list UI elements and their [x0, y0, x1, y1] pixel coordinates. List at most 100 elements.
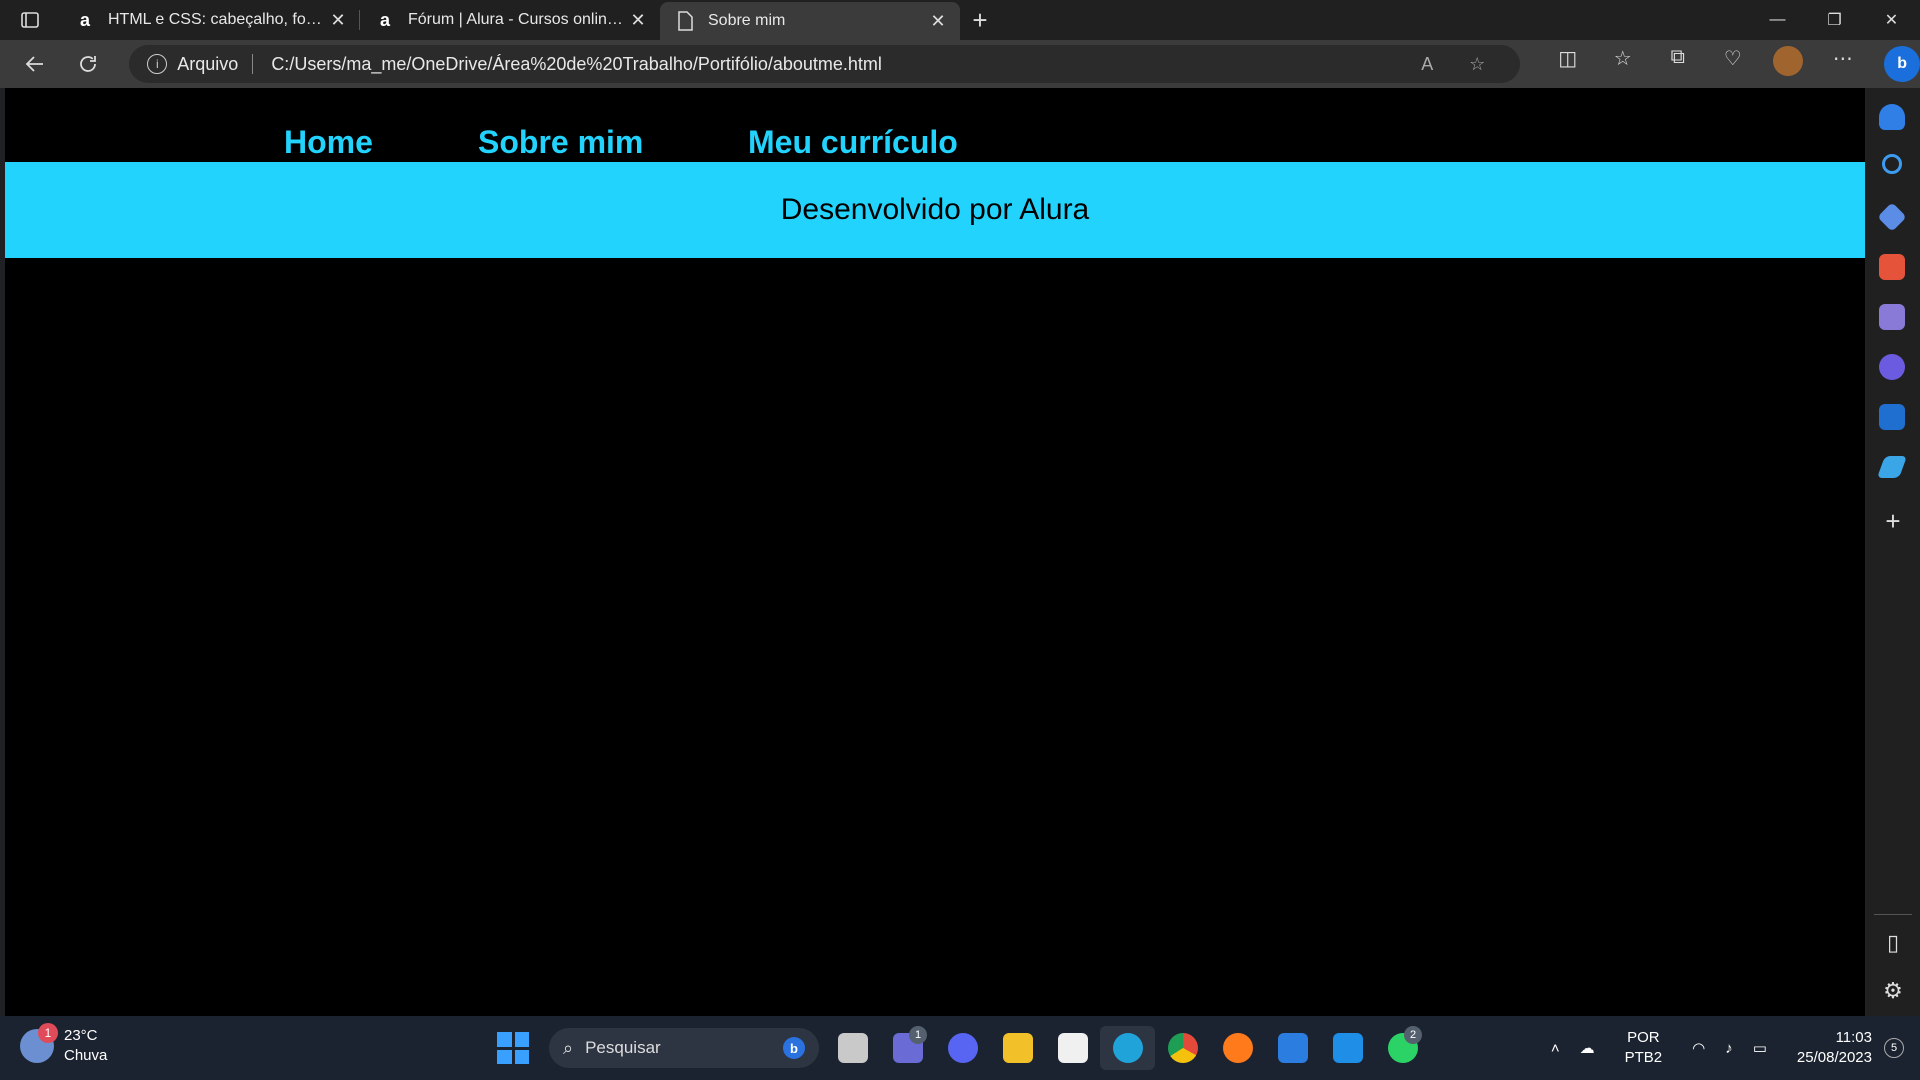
chrome-app[interactable] [1155, 1026, 1210, 1070]
clock[interactable]: 11:03 25/08/2023 [1797, 1028, 1872, 1068]
sidebar-divider [1874, 914, 1912, 915]
chevron-up-icon[interactable]: ˄ [1551, 1040, 1560, 1057]
firefox-app[interactable] [1210, 1026, 1265, 1070]
weather-widget[interactable]: 1 23°C Chuva [20, 1023, 107, 1066]
favorite-star-icon[interactable]: ☆ [1452, 54, 1502, 75]
windows-taskbar: 1 23°C Chuva ⌕ Pesquisar b 1 2 ˄ ☁ POR P… [0, 1016, 1920, 1080]
more-options-icon[interactable]: ⋯ [1815, 46, 1870, 82]
hide-sidebar-icon[interactable]: ▯ [1866, 930, 1920, 956]
footer-text: Desenvolvido por Alura [780, 193, 1090, 226]
collections-icon[interactable]: ⧉ [1650, 46, 1705, 82]
tab-forum-alura[interactable]: a Fórum | Alura - Cursos online de ✕ [360, 0, 660, 40]
edge-app[interactable] [1100, 1026, 1155, 1070]
tab-close-button[interactable]: ✕ [326, 10, 350, 31]
search-icon[interactable] [1882, 154, 1902, 174]
vscode-app[interactable] [1320, 1026, 1375, 1070]
tab-html-css[interactable]: a HTML e CSS: cabeçalho, footer e ✕ [60, 0, 360, 40]
clock-time: 11:03 [1835, 1029, 1872, 1046]
page-viewport: Home Sobre mim Meu currículo Desenvolvid… [5, 88, 1865, 1016]
edge-sidebar: + ▯ ⚙ [1866, 88, 1920, 1016]
address-bar[interactable]: i Arquivo C:/Users/ma_me/OneDrive/Área%2… [129, 45, 1521, 83]
whatsapp-app[interactable]: 2 [1375, 1026, 1430, 1070]
security-label: Arquivo [177, 53, 239, 74]
language-indicator[interactable]: POR PTB2 [1625, 1028, 1663, 1068]
tab-close-button[interactable]: ✕ [926, 11, 950, 32]
explorer-icon [1002, 1033, 1033, 1063]
split-screen-icon[interactable]: ◫ [1540, 46, 1595, 82]
file-manager-icon [837, 1033, 868, 1063]
chrome-icon [1167, 1033, 1198, 1063]
back-arrow-icon [25, 56, 43, 72]
tab-sobre-mim[interactable]: Sobre mim ✕ [660, 2, 960, 40]
back-button[interactable] [8, 53, 62, 75]
tab-title: Sobre mim [708, 12, 786, 29]
tab-actions-button[interactable] [0, 0, 60, 40]
onedrive-cloud-icon[interactable]: ☁ [1580, 1039, 1595, 1057]
browser-toolbar: i Arquivo C:/Users/ma_me/OneDrive/Área%2… [0, 40, 1920, 88]
edge-icon [1112, 1033, 1143, 1063]
tab-close-button[interactable]: ✕ [626, 10, 650, 31]
reload-button[interactable] [62, 53, 116, 75]
tag-icon[interactable] [1877, 202, 1907, 232]
mail-icon [1277, 1033, 1308, 1063]
mail-app[interactable] [1265, 1026, 1320, 1070]
chess-icon[interactable] [1879, 304, 1905, 330]
sidebar-settings-icon[interactable]: ⚙ [1866, 978, 1920, 1004]
bell-icon[interactable] [1879, 104, 1905, 130]
outlook-icon[interactable] [1879, 404, 1905, 430]
search-icon: ⌕ [563, 1037, 574, 1058]
new-tab-button[interactable]: + [960, 0, 1000, 40]
firefox-icon [1222, 1033, 1253, 1063]
language-code: POR [1627, 1029, 1660, 1046]
tab-title: Fórum | Alura - Cursos online de [408, 11, 626, 28]
clock-date: 25/08/2023 [1796, 1049, 1872, 1066]
toolbox-icon[interactable] [1879, 254, 1905, 280]
battery-icon[interactable]: ▭ [1753, 1039, 1767, 1057]
profile-avatar[interactable] [1760, 46, 1815, 82]
explorer-app[interactable] [990, 1026, 1045, 1070]
window-controls: — ❐ ✕ [1749, 0, 1920, 40]
page-favicon-icon [674, 10, 696, 32]
keyboard-layout: PTB2 [1624, 1049, 1663, 1066]
add-sidebar-app-button[interactable]: + [1866, 506, 1920, 537]
url-text[interactable]: C:/Users/ma_me/OneDrive/Área%20de%20Trab… [271, 54, 1402, 75]
address-divider [252, 54, 254, 74]
file-manager-app[interactable] [825, 1026, 880, 1070]
bing-icon: b [783, 1037, 805, 1059]
browser-essentials-icon[interactable]: ♡ [1705, 46, 1760, 82]
window-close-button[interactable]: ✕ [1863, 0, 1920, 40]
teams-badge: 1 [909, 1026, 927, 1044]
info-icon[interactable]: i [147, 54, 168, 74]
tab-actions-icon [21, 12, 39, 28]
taskbar-apps: ⌕ Pesquisar b 1 2 [497, 1026, 1430, 1070]
whatsapp-badge: 2 [1404, 1026, 1422, 1044]
start-windows-icon[interactable] [497, 1032, 529, 1064]
store-app[interactable] [1045, 1026, 1100, 1070]
nav-sobre-mim-link[interactable]: Sobre mim [478, 124, 643, 161]
copilot-icon[interactable] [1879, 354, 1905, 380]
wifi-icon[interactable]: ◠ [1692, 1039, 1705, 1057]
discord-icon [947, 1033, 978, 1063]
discord-app[interactable] [935, 1026, 990, 1070]
read-aloud-icon[interactable]: A [1402, 54, 1452, 75]
vscode-icon [1332, 1033, 1363, 1063]
favorites-icon[interactable]: ☆ [1595, 46, 1650, 82]
copilot-button[interactable]: b [1884, 46, 1920, 82]
restore-button[interactable]: ❐ [1806, 0, 1863, 40]
notification-count-badge[interactable]: 5 [1884, 1038, 1904, 1058]
volume-icon[interactable]: ♪ [1725, 1040, 1733, 1057]
weather-badge: 1 [38, 1023, 58, 1043]
tab-strip: a HTML e CSS: cabeçalho, footer e ✕ a Fó… [0, 0, 1920, 40]
taskbar-search[interactable]: ⌕ Pesquisar b [549, 1028, 819, 1068]
store-icon [1057, 1033, 1088, 1063]
teams-app[interactable]: 1 [880, 1026, 935, 1070]
send-icon[interactable] [1876, 455, 1908, 479]
nav-curriculo-link[interactable]: Meu currículo [748, 124, 958, 161]
site-header: Home Sobre mim Meu currículo [5, 88, 1865, 162]
alura-favicon-icon: a [79, 9, 90, 30]
nav-home-link[interactable]: Home [284, 124, 373, 161]
toolbar-icons: ◫ ☆ ⧉ ♡ ⋯ [1540, 46, 1870, 82]
minimize-button[interactable]: — [1749, 0, 1806, 40]
weather-rain-icon: 1 [20, 1023, 58, 1063]
weather-text: 23°C Chuva [64, 1026, 107, 1066]
